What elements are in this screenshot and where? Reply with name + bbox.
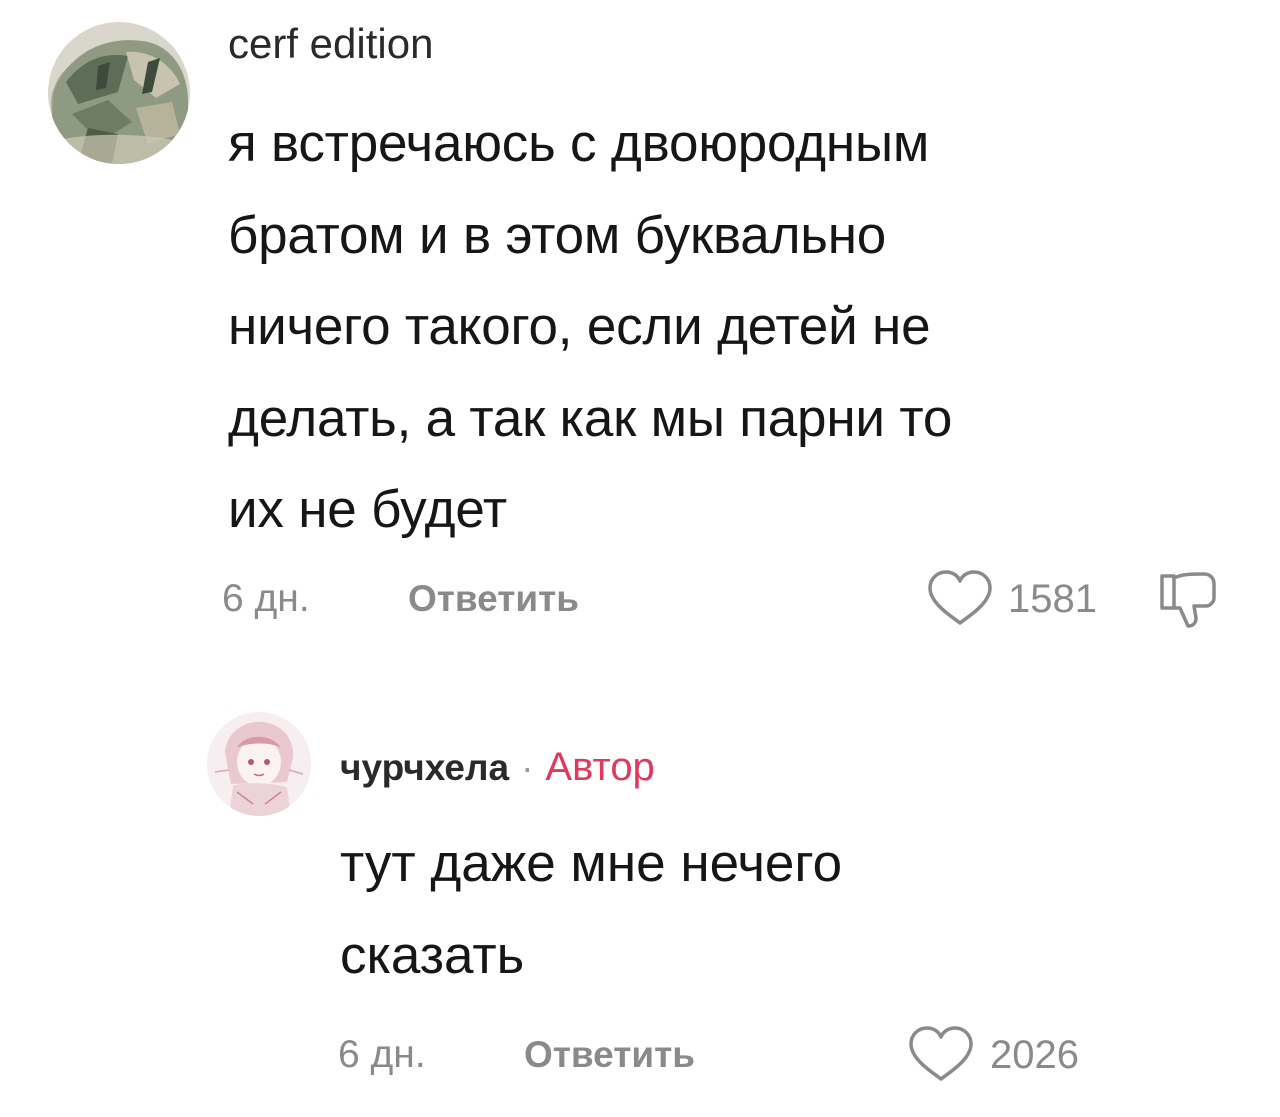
reply-text: тут даже мне нечего сказать	[340, 818, 1240, 1002]
comment-timestamp: 6 дн.	[222, 577, 310, 620]
heart-outline-icon	[928, 570, 992, 625]
reply-button[interactable]: Ответить	[408, 574, 579, 624]
like-button[interactable]	[905, 1024, 977, 1084]
reply-author[interactable]: чурчхела	[340, 747, 509, 788]
reply-author-line: чурчхела · Автор	[340, 742, 655, 793]
camouflage-helmet-avatar	[48, 22, 190, 164]
anime-girl-avatar	[207, 712, 311, 816]
comment-text-line: я встречаюсь с двоюродным	[228, 114, 930, 173]
reply-text-line: сказать	[340, 926, 525, 985]
reply-timestamp: 6 дн.	[338, 1033, 426, 1076]
comment-text-line: их не будет	[228, 480, 507, 539]
reply-text-line: тут даже мне нечего	[340, 834, 843, 893]
comment-text-line: ничего такого, если детей не	[228, 297, 931, 356]
thumbs-down-outline-icon	[1160, 572, 1216, 628]
dislike-button[interactable]	[1158, 568, 1220, 630]
avatar[interactable]	[48, 22, 190, 164]
comment-text-line: братом и в этом буквально	[228, 205, 887, 265]
avatar[interactable]	[207, 712, 311, 816]
author-badge: Автор	[545, 745, 655, 789]
like-count: 2026	[990, 1033, 1079, 1077]
separator-dot: ·	[521, 747, 534, 788]
comment-author[interactable]: cerf edition	[228, 18, 433, 70]
comment-text: я встречаюсь с двоюродным братом и в это…	[228, 98, 1258, 556]
heart-outline-icon	[909, 1026, 973, 1081]
comment-text-line: делать, а так как мы парни то	[228, 388, 953, 448]
like-button[interactable]	[924, 568, 996, 628]
reply-button[interactable]: Ответить	[524, 1030, 695, 1080]
like-count: 1581	[1008, 577, 1097, 621]
